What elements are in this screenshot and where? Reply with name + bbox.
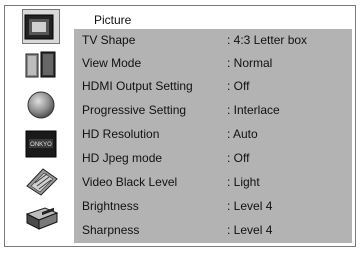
setting-row-progressive[interactable]: Progressive Setting : Interlace <box>74 99 352 122</box>
setting-value: : Interlace <box>227 103 280 117</box>
tv-display-icon <box>24 14 54 40</box>
setting-label: HD Jpeg mode <box>82 151 163 165</box>
setting-row-brightness[interactable]: Brightness : Level 4 <box>74 195 352 218</box>
setting-row-video-black-level[interactable]: Video Black Level : Light <box>74 171 352 194</box>
player-unit-icon <box>25 207 59 230</box>
sidebar-item-device[interactable]: ONKYO <box>10 127 68 161</box>
setting-label: HDMI Output Setting <box>82 79 193 93</box>
setting-row-hdmi-output[interactable]: HDMI Output Setting : Off <box>74 75 352 98</box>
settings-panel: Picture TV Shape : 4:3 Letter box View M… <box>74 8 352 243</box>
setting-value: : Off <box>227 151 250 165</box>
setting-label: Brightness <box>82 199 139 213</box>
setting-value: : Level 4 <box>227 223 273 237</box>
settings-list: TV Shape : 4:3 Letter box View Mode : No… <box>74 29 352 243</box>
disc-icon <box>27 91 55 119</box>
setting-row-hd-resolution[interactable]: HD Resolution : Auto <box>74 123 352 146</box>
setting-value: : Normal <box>227 56 273 70</box>
setting-value: : Level 4 <box>227 199 273 213</box>
setting-row-tv-shape[interactable]: TV Shape : 4:3 Letter box <box>74 29 352 52</box>
onkyo-device-icon: ONKYO <box>25 130 57 158</box>
setting-row-view-mode[interactable]: View Mode : Normal <box>74 52 352 75</box>
setting-label: Sharpness <box>82 223 140 237</box>
svg-text:ONKYO: ONKYO <box>30 142 52 148</box>
setting-row-sharpness[interactable]: Sharpness : Level 4 <box>74 219 352 242</box>
sidebar-item-setup[interactable] <box>10 201 68 235</box>
sidebar-item-picture[interactable] <box>10 9 68 44</box>
sidebar-item-language[interactable] <box>10 164 68 198</box>
keyboard-icon <box>26 168 58 196</box>
setting-label: Progressive Setting <box>82 103 187 117</box>
setting-label: HD Resolution <box>82 127 160 141</box>
menu-title: Picture <box>94 13 132 27</box>
setting-label: Video Black Level <box>82 175 178 189</box>
menu-header: Picture <box>74 8 352 28</box>
setting-label: TV Shape <box>82 33 136 47</box>
setting-value: : Light <box>227 175 260 189</box>
setting-value: : Off <box>227 79 250 93</box>
setting-row-hd-jpeg[interactable]: HD Jpeg mode : Off <box>74 147 352 170</box>
sidebar-item-audio[interactable] <box>10 48 68 82</box>
settings-sidebar: ONKYO <box>10 8 68 243</box>
speakers-icon <box>25 51 56 78</box>
setting-value: : Auto <box>227 127 258 141</box>
setting-value: : 4:3 Letter box <box>227 33 308 47</box>
setting-label: View Mode <box>82 56 142 70</box>
sidebar-item-disc[interactable] <box>10 88 68 122</box>
